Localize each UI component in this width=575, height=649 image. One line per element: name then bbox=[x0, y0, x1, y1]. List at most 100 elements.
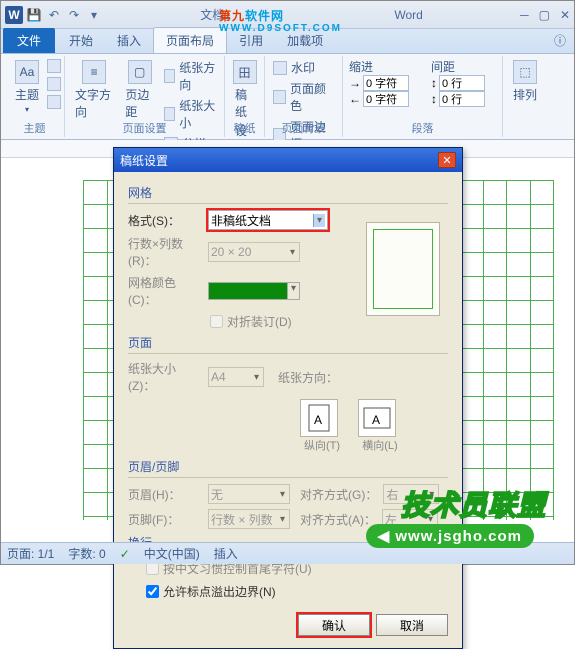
header-label: 页眉(H)： bbox=[128, 486, 202, 503]
tab-file[interactable]: 文件 bbox=[3, 28, 55, 53]
header-align-select: 右▾ bbox=[383, 484, 439, 504]
group-label: 页面背景 bbox=[265, 120, 342, 136]
landscape-label: 横向(L) bbox=[358, 437, 402, 453]
chevron-down-icon: ▾ bbox=[313, 214, 325, 227]
undo-icon[interactable]: ↶ bbox=[45, 6, 63, 24]
orientation-label: 纸张方向： bbox=[278, 369, 338, 386]
word-icon: W bbox=[5, 6, 23, 24]
indent-left-input[interactable] bbox=[363, 75, 409, 91]
footer-label: 页脚(F)： bbox=[128, 511, 202, 528]
chevron-down-icon: ▾ bbox=[287, 283, 299, 299]
chevron-down-icon: ▾ bbox=[280, 514, 287, 525]
ok-button[interactable]: 确认 bbox=[298, 614, 370, 636]
svg-text:A: A bbox=[372, 413, 380, 427]
space-before-icon: ↕ bbox=[431, 76, 437, 90]
group-page-setup: ≡ 文字方向 ▢ 页边距 纸张方向 纸张大小 分栏 页面设置 bbox=[65, 56, 225, 137]
rowcol-label: 行数×列数(R)： bbox=[128, 235, 202, 269]
theme-colors-button[interactable] bbox=[45, 58, 63, 74]
tab-insert[interactable]: 插入 bbox=[105, 28, 153, 53]
header-align-label: 对齐方式(G)： bbox=[300, 486, 377, 503]
tab-addins[interactable]: 加载项 bbox=[275, 28, 335, 53]
redo-icon[interactable]: ↷ bbox=[65, 6, 83, 24]
dialog-titlebar[interactable]: 稿纸设置 ✕ bbox=[114, 148, 462, 172]
orientation-button[interactable]: 纸张方向 bbox=[162, 58, 218, 94]
portrait-icon: A bbox=[308, 404, 330, 432]
arrange-button[interactable]: ⬚ 排列 bbox=[509, 58, 541, 105]
quick-access-toolbar: W 💾 ↶ ↷ ▾ bbox=[5, 6, 103, 24]
portrait-button: A bbox=[300, 399, 338, 437]
space-before-input[interactable] bbox=[439, 75, 485, 91]
chevron-down-icon: ▾ bbox=[428, 514, 435, 525]
svg-text:A: A bbox=[314, 413, 322, 427]
preview-box bbox=[366, 222, 440, 316]
section-page: 页面 bbox=[128, 334, 448, 351]
save-icon[interactable]: 💾 bbox=[25, 6, 43, 24]
status-language[interactable]: 中文(中国) bbox=[144, 545, 200, 562]
cancel-button[interactable]: 取消 bbox=[376, 614, 448, 636]
restore-icon[interactable]: ▢ bbox=[539, 8, 550, 22]
group-label: 段落 bbox=[343, 120, 502, 136]
status-bar: 页面: 1/1 字数: 0 ✓ 中文(中国) 插入 bbox=[1, 542, 574, 564]
group-page-background: 水印 页面颜色 页面边框 页面背景 bbox=[265, 56, 343, 137]
tab-page-layout[interactable]: 页面布局 bbox=[153, 27, 227, 53]
paper-size-label: 纸张大小(Z)： bbox=[128, 360, 202, 394]
rowcol-select: 20 × 20▾ bbox=[208, 242, 300, 262]
chevron-down-icon: ▾ bbox=[254, 372, 261, 383]
page-color-icon bbox=[273, 90, 286, 104]
watermark-button[interactable]: 水印 bbox=[271, 58, 336, 77]
status-words[interactable]: 字数: 0 bbox=[68, 545, 105, 562]
landscape-icon: A bbox=[363, 407, 391, 429]
space-after-icon: ↕ bbox=[431, 92, 437, 106]
tab-home[interactable]: 开始 bbox=[57, 28, 105, 53]
tab-references[interactable]: 引用 bbox=[227, 28, 275, 53]
page-color-button[interactable]: 页面颜色 bbox=[271, 79, 336, 115]
portrait-label: 纵向(T) bbox=[300, 437, 344, 453]
themes-button[interactable]: Aa 主题 ▾ bbox=[11, 58, 43, 116]
chevron-down-icon: ▾ bbox=[25, 105, 29, 114]
theme-icon: Aa bbox=[15, 60, 39, 84]
margins-button[interactable]: ▢ 页边距 bbox=[121, 58, 158, 153]
section-grid: 网格 bbox=[128, 184, 448, 201]
fold-checkbox-input bbox=[210, 315, 223, 328]
landscape-button: A bbox=[358, 399, 396, 437]
dialog-close-button[interactable]: ✕ bbox=[438, 152, 456, 168]
text-direction-button[interactable]: ≡ 文字方向 bbox=[71, 58, 117, 153]
group-writing-paper: 田 稿纸 设置 稿纸 bbox=[225, 56, 265, 137]
header-select: 无▾ bbox=[208, 484, 290, 504]
indent-label: 缩进 bbox=[349, 58, 421, 75]
footer-align-select: 左▾ bbox=[382, 509, 438, 529]
punct-overflow-checkbox[interactable]: 允许标点溢出边界(N) bbox=[146, 583, 448, 600]
colors-icon bbox=[47, 59, 61, 73]
margins-icon: ▢ bbox=[128, 60, 152, 84]
group-label: 稿纸 bbox=[225, 120, 264, 136]
status-proof-icon[interactable]: ✓ bbox=[120, 547, 130, 561]
spacing-label: 间距 bbox=[431, 58, 496, 75]
window-controls: ─ ▢ ✕ bbox=[520, 8, 570, 22]
footer-align-label: 对齐方式(A)： bbox=[300, 511, 376, 528]
footer-select: 行数 × 列数▾ bbox=[208, 509, 290, 529]
format-label: 格式(S)： bbox=[128, 212, 202, 229]
group-arrange: ⬚ 排列 bbox=[503, 56, 547, 137]
qat-customize-icon[interactable]: ▾ bbox=[85, 6, 103, 24]
format-select[interactable]: 非稿纸文档▾ bbox=[208, 210, 328, 230]
status-page[interactable]: 页面: 1/1 bbox=[7, 545, 54, 562]
chevron-down-icon: ▾ bbox=[429, 489, 436, 500]
theme-effects-button[interactable] bbox=[45, 94, 63, 110]
ribbon-tabs: 文件 开始 插入 页面布局 引用 邮件 视图 加载项 ⓘ bbox=[1, 29, 574, 54]
writing-paper-dialog: 稿纸设置 ✕ 网格 格式(S)： 非稿纸文档▾ 行数×列数(R)： 20 × 2… bbox=[113, 147, 463, 649]
title-bar: W 💾 ↶ ↷ ▾ 文档1 Word ─ ▢ ✕ bbox=[1, 1, 574, 29]
dialog-title-text: 稿纸设置 bbox=[120, 152, 168, 169]
theme-fonts-button[interactable] bbox=[45, 76, 63, 92]
ribbon-help-icon[interactable]: ⓘ bbox=[546, 28, 574, 53]
space-after-input[interactable] bbox=[439, 91, 485, 107]
grid-color-select: ▾ bbox=[208, 282, 300, 300]
window-title: 文档1 Word bbox=[103, 6, 520, 23]
punct-checkbox-input[interactable] bbox=[146, 585, 159, 598]
minimize-icon[interactable]: ─ bbox=[520, 8, 529, 22]
chevron-down-icon: ▾ bbox=[280, 489, 287, 500]
status-mode[interactable]: 插入 bbox=[214, 545, 238, 562]
indent-right-input[interactable] bbox=[363, 91, 409, 107]
close-icon[interactable]: ✕ bbox=[560, 8, 570, 22]
watermark-icon bbox=[273, 61, 287, 75]
group-label: 主题 bbox=[5, 120, 64, 136]
